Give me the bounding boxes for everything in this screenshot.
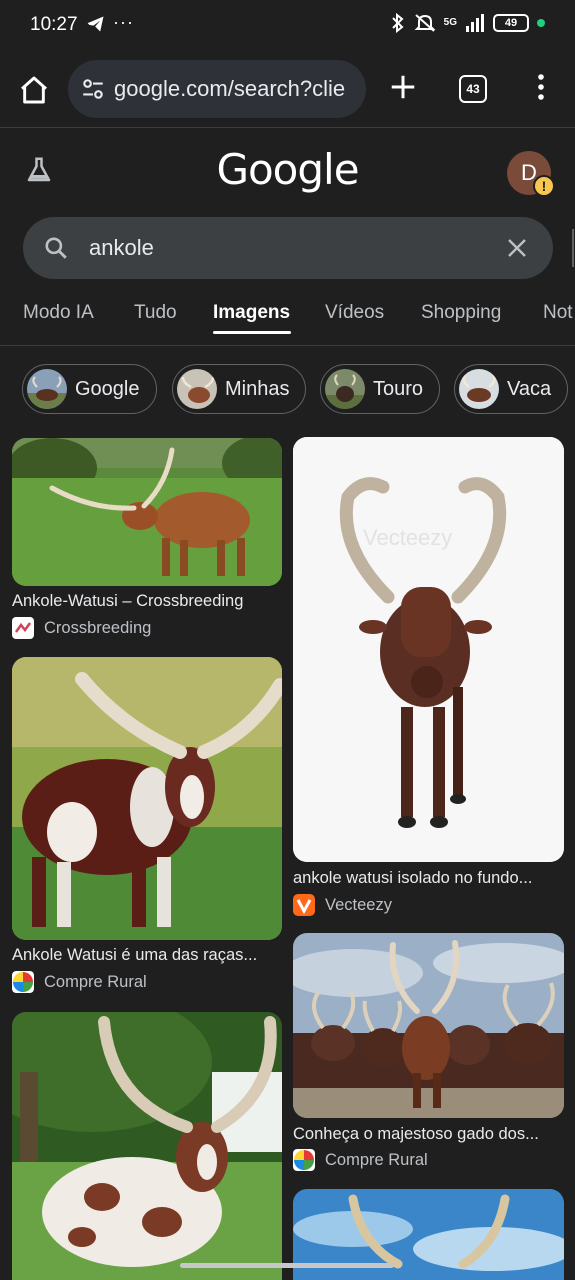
result-source-name: Crossbreeding (44, 618, 152, 637)
result-source[interactable]: Vecteezy (293, 894, 392, 916)
search-tabs: Modo IA Tudo Imagens Vídeos Shopping Not (0, 290, 575, 346)
battery-level: 49 (504, 17, 518, 29)
crossbreeding-favicon-icon (12, 617, 34, 639)
result-source-name: Vecteezy (325, 895, 392, 914)
battery-icon: 49 (493, 14, 529, 32)
result-watermark: Vecteezy (363, 525, 452, 550)
tab-modo-ia[interactable]: Modo IA (23, 302, 94, 324)
telegram-icon (87, 16, 104, 32)
home-indicator[interactable] (180, 1263, 394, 1268)
compre-rural-favicon-icon (12, 971, 34, 993)
chip-label: Google (75, 377, 140, 400)
chip-label: Touro (373, 377, 424, 400)
tab-videos[interactable]: Vídeos (325, 302, 384, 324)
network-type: 5G (443, 17, 457, 28)
tab-imagens[interactable]: Imagens (213, 302, 290, 324)
result-source-name: Compre Rural (44, 972, 147, 991)
result-title[interactable]: Conheça o majestoso gado dos... (293, 1125, 564, 1144)
status-bar: 10:27 ··· 5G 49 (0, 0, 575, 52)
search-divider (572, 229, 574, 267)
search-box[interactable] (23, 217, 574, 279)
chip-minhas[interactable]: Minhas (172, 364, 307, 414)
url-text: google.com/search?clie (114, 76, 346, 101)
tab-count: 43 (466, 82, 480, 96)
chip-thumbnail (459, 369, 499, 409)
bluetooth-icon (391, 13, 404, 33)
tab-shopping[interactable]: Shopping (421, 302, 501, 324)
google-logo[interactable]: Google (0, 145, 575, 194)
result-image[interactable] (12, 1012, 282, 1280)
result-image[interactable] (12, 657, 282, 940)
signal-icon (466, 14, 484, 32)
result-title[interactable]: ankole watusi isolado no fundo... (293, 869, 564, 888)
result-image[interactable] (293, 933, 564, 1118)
search-input[interactable] (89, 231, 469, 265)
chip-thumbnail (325, 369, 365, 409)
result-image[interactable] (12, 438, 282, 586)
warning-badge-icon: ! (533, 175, 555, 197)
filter-chips: Google Minhas Touro Vaca (0, 362, 575, 416)
site-settings-icon[interactable] (80, 76, 106, 102)
status-icons: 5G 49 (390, 13, 545, 33)
result-source[interactable]: Compre Rural (12, 971, 147, 993)
result-source[interactable]: Compre Rural (293, 1149, 428, 1171)
tab-switcher-button[interactable]: 43 (459, 75, 487, 103)
chip-touro[interactable]: Touro (320, 364, 441, 414)
browser-toolbar: google.com/search?clie 43 (0, 52, 575, 128)
result-source-name: Compre Rural (325, 1150, 428, 1169)
home-icon[interactable] (18, 74, 50, 106)
more-menu-icon[interactable] (531, 72, 551, 102)
compre-rural-favicon-icon (293, 1149, 315, 1171)
chip-label: Vaca (507, 377, 552, 400)
google-header: Google D ! (0, 129, 575, 209)
new-tab-icon[interactable] (388, 72, 418, 102)
result-source[interactable]: Crossbreeding (12, 617, 151, 639)
chip-thumbnail (177, 369, 217, 409)
tab-noticias[interactable]: Not (543, 302, 573, 324)
chip-thumbnail (27, 369, 67, 409)
chip-vaca[interactable]: Vaca (454, 364, 569, 414)
result-title[interactable]: Ankole Watusi é uma das raças... (12, 946, 282, 965)
status-time: 10:27 (30, 14, 78, 35)
tab-tudo[interactable]: Tudo (134, 302, 177, 324)
more-notifications-icon: ··· (113, 12, 134, 32)
result-image[interactable]: Vecteezy (293, 437, 564, 862)
close-icon[interactable] (505, 236, 529, 260)
url-bar[interactable]: google.com/search?clie (68, 60, 366, 118)
vecteezy-favicon-icon (293, 894, 315, 916)
chip-label: Minhas (225, 377, 290, 400)
search-icon (45, 237, 67, 259)
mute-icon (414, 14, 436, 32)
active-tab-indicator (213, 331, 291, 334)
chip-google[interactable]: Google (22, 364, 157, 414)
privacy-indicator-icon (537, 19, 545, 27)
result-title[interactable]: Ankole-Watusi – Crossbreeding (12, 592, 282, 611)
avatar-warning-mark: ! (541, 178, 547, 194)
